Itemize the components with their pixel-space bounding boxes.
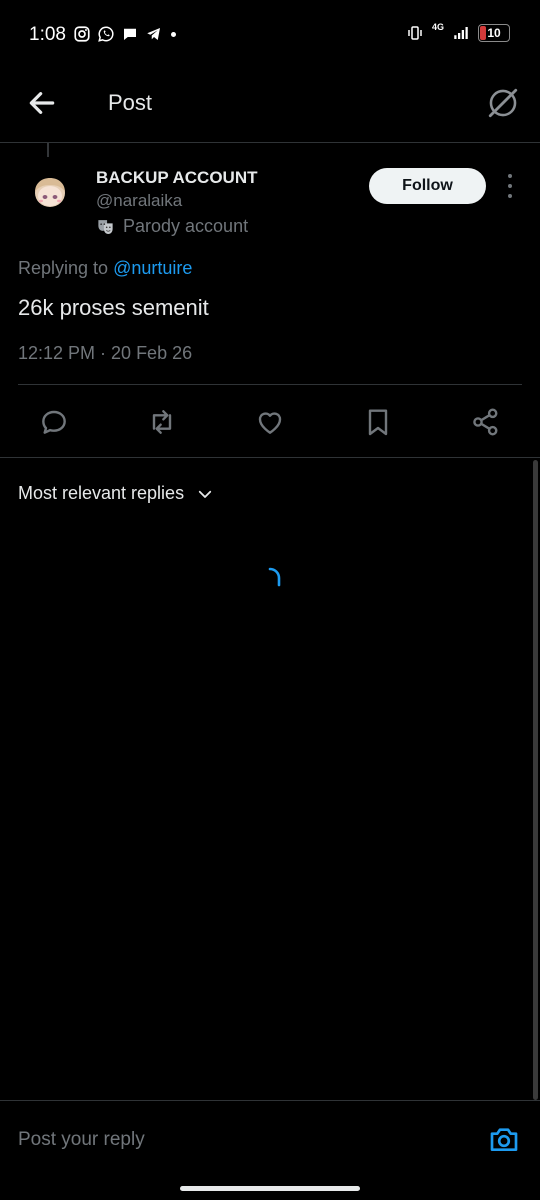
camera-icon[interactable] — [488, 1123, 520, 1155]
like-heart-icon[interactable] — [254, 406, 286, 438]
post-actions — [0, 386, 540, 456]
author-handle[interactable]: @naralaika — [96, 191, 182, 211]
replies-sort-label: Most relevant replies — [18, 483, 185, 503]
replies-sort-dropdown[interactable]: Most relevant replies — [18, 483, 214, 504]
whatsapp-icon — [98, 26, 114, 42]
instagram-icon — [74, 26, 90, 42]
back-arrow-icon[interactable] — [26, 87, 58, 119]
page-title: Post — [108, 90, 153, 115]
divider — [0, 457, 540, 458]
follow-button[interactable]: Follow — [369, 168, 486, 204]
author-display-name[interactable]: BACKUP ACCOUNT — [96, 168, 258, 188]
bookmark-icon[interactable] — [362, 406, 394, 438]
status-time: 1:08 — [29, 24, 66, 45]
scrollbar[interactable] — [533, 460, 538, 1100]
reply-composer — [0, 1100, 540, 1177]
post-timestamp: 12:12 PM · 20 Feb 26 — [18, 343, 193, 363]
system-status: 4G 10 — [406, 22, 510, 42]
status-bar: 1:08 4G 10 — [0, 0, 540, 70]
replying-prefix: Replying to — [18, 258, 114, 278]
messages-icon — [124, 28, 136, 40]
share-icon[interactable] — [470, 406, 502, 438]
grok-icon[interactable] — [486, 86, 520, 120]
network-type: 4G — [431, 22, 444, 32]
top-app-bar: Post — [0, 70, 540, 143]
reply-input[interactable] — [18, 1125, 458, 1155]
chevron-down-icon — [198, 490, 212, 498]
battery-level: 10 — [487, 26, 501, 40]
more-options-icon[interactable] — [500, 174, 520, 198]
parody-label: Parody account — [96, 216, 248, 237]
telegram-icon — [147, 28, 160, 40]
battery-fill — [480, 26, 486, 40]
avatar[interactable] — [26, 168, 74, 216]
more-notifications-dot — [171, 31, 176, 37]
replying-to-mention[interactable]: @nurtuire — [113, 258, 192, 278]
divider — [18, 384, 522, 385]
signal-icon — [454, 27, 468, 39]
post-text: 26k proses semenit — [18, 295, 209, 320]
replying-to-line: Replying to @nurtuire — [18, 258, 192, 279]
reply-icon[interactable] — [38, 406, 70, 438]
repost-icon[interactable] — [146, 406, 178, 438]
vibrate-icon — [408, 26, 422, 40]
parody-text: Parody account — [123, 216, 249, 236]
home-indicator[interactable] — [180, 1186, 360, 1191]
avatar-image — [26, 168, 74, 216]
thread-line — [47, 143, 49, 157]
battery-indicator: 10 — [478, 24, 510, 42]
notification-icons — [73, 25, 176, 43]
loading-spinner-icon — [268, 567, 281, 587]
theater-masks-icon — [98, 220, 113, 235]
